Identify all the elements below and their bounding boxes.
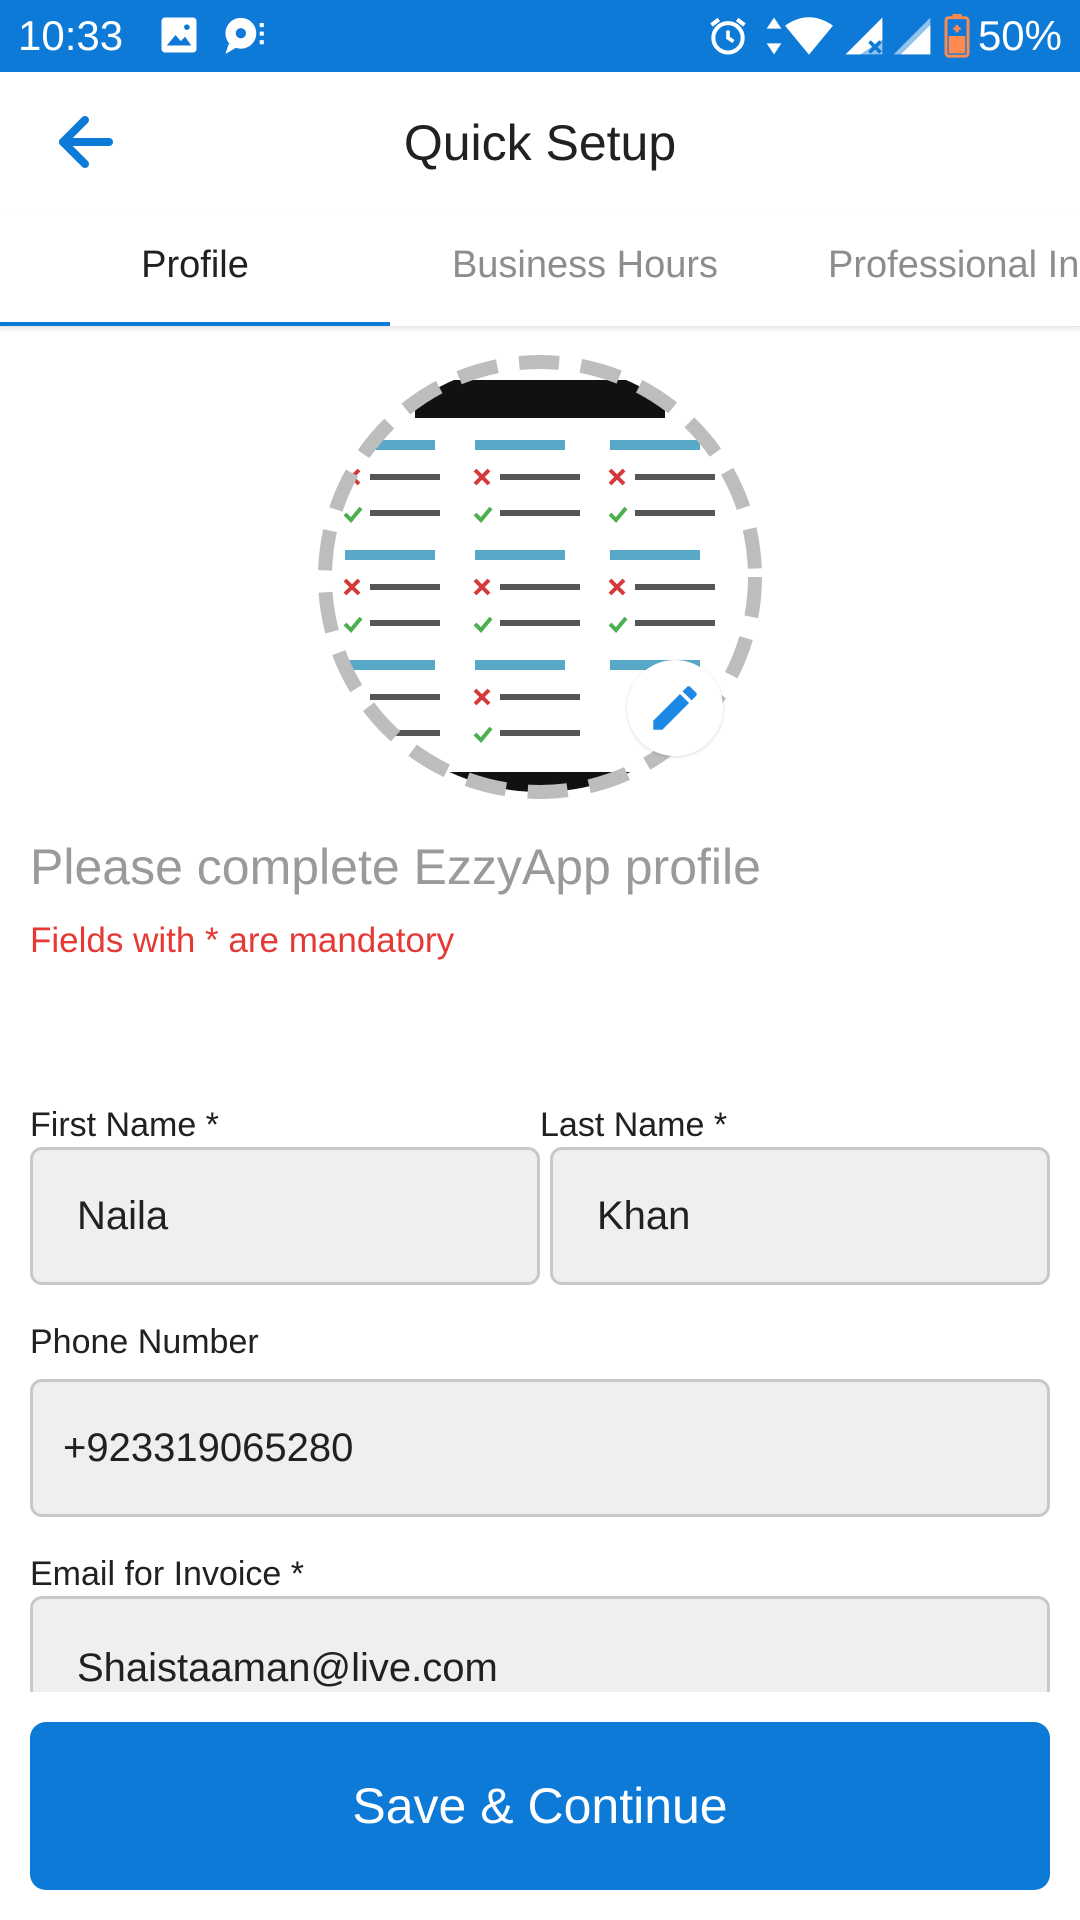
mandatory-note: Fields with * are mandatory: [30, 921, 455, 960]
phone-value: +923319065280: [63, 1426, 354, 1470]
data-arrows-icon: [764, 14, 784, 58]
pencil-icon: [653, 686, 697, 730]
email-value: Shaistaaman@live.com: [77, 1645, 498, 1690]
phone-label: Phone Number: [30, 1323, 259, 1361]
intro-heading: Please complete EzzyApp profile: [30, 839, 761, 895]
chat-icon: [222, 14, 270, 58]
image-icon: [158, 14, 200, 58]
last-name-value: Khan: [597, 1194, 691, 1238]
status-time: 10:33: [18, 12, 124, 59]
first-name-value: Naila: [77, 1194, 169, 1238]
wifi-icon: [784, 14, 834, 58]
email-label: Email for Invoice *: [30, 1555, 304, 1593]
alarm-icon: [706, 14, 750, 58]
tab-profile[interactable]: Profile: [0, 242, 390, 288]
edit-avatar-button[interactable]: [627, 660, 723, 756]
tab-business-hours[interactable]: Business Hours: [390, 242, 780, 288]
last-name-field[interactable]: Khan: [550, 1147, 1050, 1285]
last-name-label: Last Name *: [540, 1106, 728, 1144]
active-tab-indicator: [0, 322, 390, 326]
first-name-label: First Name *: [30, 1106, 219, 1144]
save-continue-button[interactable]: Save & Continue: [30, 1722, 1050, 1890]
app-bar: Quick Setup: [0, 72, 1080, 212]
tab-professional-info[interactable]: Professional In: [828, 242, 1079, 288]
avatar-container: [315, 352, 765, 802]
email-field[interactable]: Shaistaaman@live.com: [30, 1596, 1050, 1692]
signal-icon: [890, 14, 934, 58]
phone-field[interactable]: +923319065280: [30, 1379, 1050, 1517]
battery-percentage: 50%: [977, 12, 1062, 59]
first-name-field[interactable]: Naila: [30, 1147, 540, 1285]
signal-x-icon: [842, 14, 886, 58]
profile-form-scroll[interactable]: Please complete EzzyApp profile Fields w…: [0, 327, 1080, 1692]
battery-charging-icon: [944, 14, 970, 58]
status-bar: 10:33 50%: [0, 0, 1080, 72]
page-title: Quick Setup: [403, 115, 677, 171]
tab-bar: Profile Business Hours Professional In: [0, 212, 1080, 327]
